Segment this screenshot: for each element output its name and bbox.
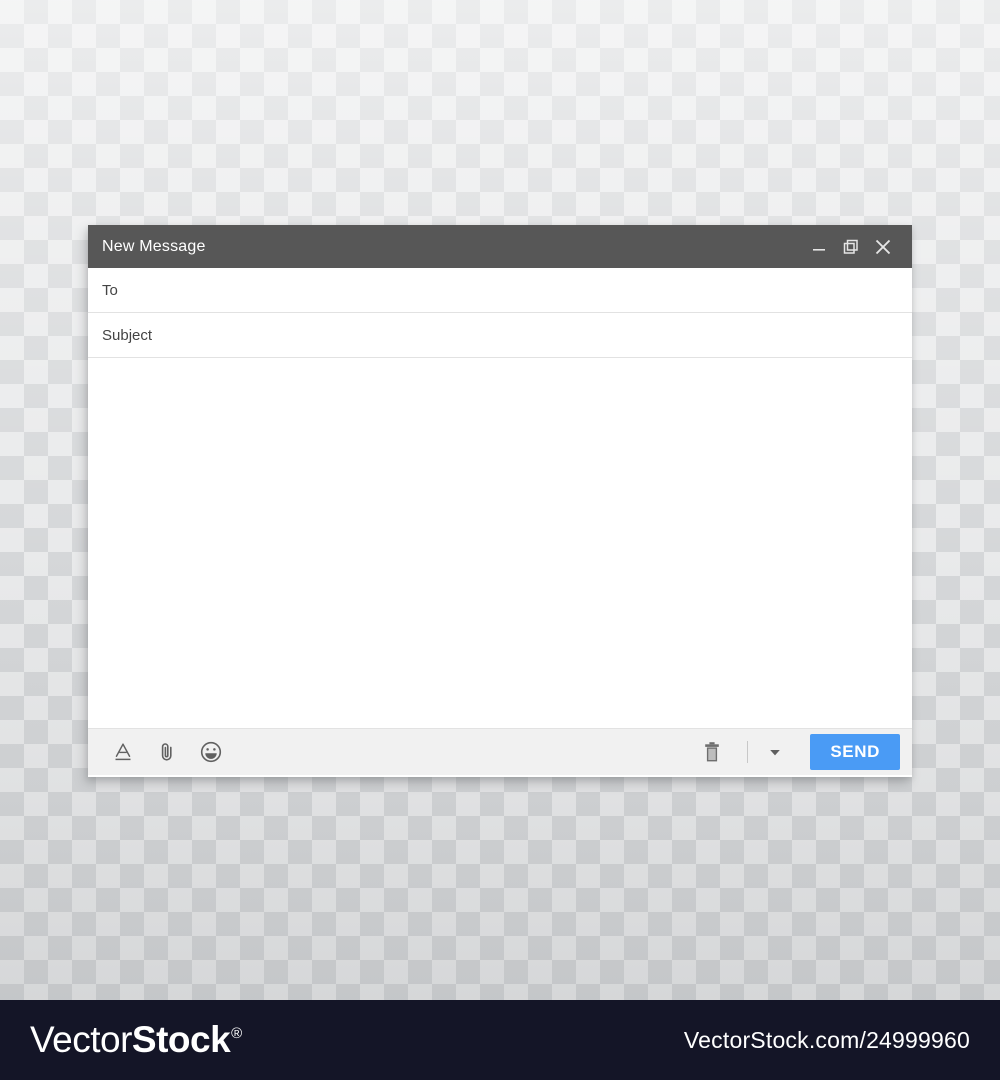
restore-icon[interactable] (836, 232, 866, 262)
brand-name-light: Vector (30, 1019, 132, 1060)
to-field-label: To (102, 281, 118, 299)
window-title-bar: New Message (88, 225, 912, 268)
trash-icon[interactable] (695, 735, 729, 769)
registered-trademark-icon: ® (231, 1025, 243, 1042)
to-field-row[interactable]: To (88, 268, 912, 313)
format-text-icon[interactable] (106, 735, 140, 769)
window-title-text: New Message (102, 237, 206, 255)
watermark-url: VectorStock.com/24999960 (683, 1026, 970, 1053)
subject-field-label: Subject (102, 326, 153, 344)
send-button[interactable]: SEND (810, 734, 900, 770)
brand-name-bold: Stock (131, 1019, 231, 1060)
new-message-window: New Message To Subject SEND (88, 225, 912, 777)
vectorstock-logo: Vector Stock ® (30, 1019, 242, 1061)
chevron-down-icon[interactable] (758, 735, 792, 769)
close-icon[interactable] (868, 232, 898, 262)
emoji-icon[interactable] (194, 735, 228, 769)
minimize-icon[interactable] (804, 232, 834, 262)
toolbar-divider (747, 741, 749, 763)
watermark-footer-bar: Vector Stock ® VectorStock.com/24999960 (0, 1000, 1000, 1080)
paperclip-icon[interactable] (150, 735, 184, 769)
compose-toolbar: SEND (88, 728, 912, 775)
message-body-input[interactable] (88, 358, 912, 728)
subject-field-row[interactable]: Subject (88, 313, 912, 358)
